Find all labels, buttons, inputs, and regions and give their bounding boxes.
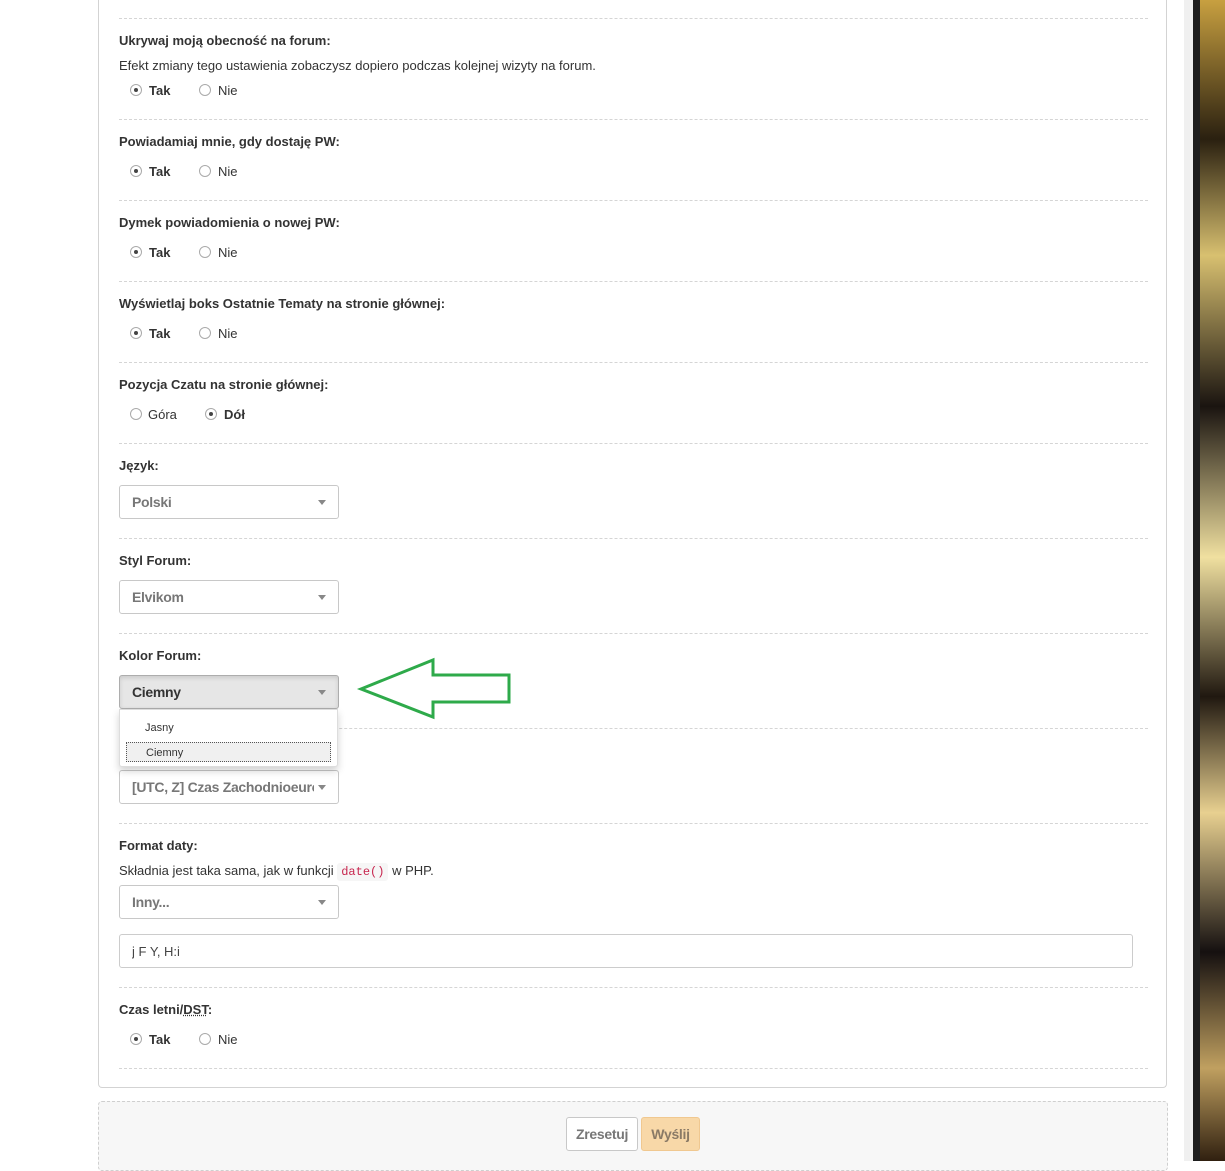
divider xyxy=(119,987,1148,988)
page-background-edge xyxy=(1184,0,1225,1161)
hide-presence-no-radio[interactable] xyxy=(199,84,211,96)
dst-no-label[interactable]: Nie xyxy=(218,1032,238,1047)
date-format-select-value: Inny... xyxy=(132,894,170,910)
background-image xyxy=(1200,0,1225,1161)
divider xyxy=(119,200,1148,201)
pm-bubble-label: Dymek powiadomienia o nowej PW: xyxy=(119,215,340,230)
forum-color-option-light[interactable]: Jasny xyxy=(126,718,331,738)
hide-presence-label: Ukrywaj moją obecność na forum: xyxy=(119,33,331,48)
dst-yes-radio[interactable] xyxy=(130,1033,142,1045)
date-format-description-suffix: w PHP. xyxy=(392,863,434,878)
date-format-description-text: Składnia jest taka sama, jak w funkcji xyxy=(119,863,334,878)
language-select-value: Polski xyxy=(132,494,172,510)
divider xyxy=(119,538,1148,539)
caret-down-icon xyxy=(318,595,326,600)
recent-topics-label: Wyświetlaj boks Ostatnie Tematy na stron… xyxy=(119,296,446,311)
chat-position-label: Pozycja Czatu na stronie głównej: xyxy=(119,377,329,392)
divider xyxy=(119,443,1148,444)
recent-topics-no-label[interactable]: Nie xyxy=(218,326,238,341)
dst-label: Czas letni/DST: xyxy=(119,1002,212,1017)
date-function-code: date() xyxy=(337,863,389,881)
hide-presence-yes-radio[interactable] xyxy=(130,84,142,96)
dst-abbr: DST xyxy=(183,1002,208,1017)
timezone-select-value: [UTC, Z] Czas Zachodnioeuropejski xyxy=(132,779,314,795)
forum-color-dropdown: Jasny Ciemny xyxy=(119,709,338,767)
caret-down-icon xyxy=(318,690,326,695)
forum-style-select-value: Elvikom xyxy=(132,589,184,605)
pm-bubble-no-label[interactable]: Nie xyxy=(218,245,238,260)
notify-pm-yes-label[interactable]: Tak xyxy=(149,164,170,179)
date-format-description: Składnia jest taka sama, jak w funkcji d… xyxy=(119,863,434,881)
divider xyxy=(119,281,1148,282)
divider xyxy=(119,633,1148,634)
forum-style-label: Styl Forum: xyxy=(119,553,192,568)
hide-presence-yes-label[interactable]: Tak xyxy=(149,83,170,98)
forum-color-label: Kolor Forum: xyxy=(119,648,202,663)
caret-down-icon xyxy=(318,500,326,505)
pm-bubble-yes-radio[interactable] xyxy=(130,246,142,258)
settings-panel xyxy=(98,0,1167,1088)
hide-presence-description: Efekt zmiany tego ustawienia zobaczysz d… xyxy=(119,58,596,73)
divider xyxy=(119,119,1148,120)
dst-label-suffix: : xyxy=(207,1002,213,1017)
language-select[interactable]: Polski xyxy=(119,485,339,519)
chat-position-top-radio[interactable] xyxy=(130,408,142,420)
divider xyxy=(119,362,1148,363)
pm-bubble-no-radio[interactable] xyxy=(199,246,211,258)
dst-no-radio[interactable] xyxy=(199,1033,211,1045)
reset-button[interactable]: Zresetuj xyxy=(566,1117,638,1151)
option-label: Ciemny xyxy=(146,747,184,759)
divider xyxy=(119,18,1148,19)
forum-color-select[interactable]: Ciemny xyxy=(119,675,339,709)
scroll-edge xyxy=(1193,0,1200,1161)
submit-button[interactable]: Wyślij xyxy=(641,1117,700,1151)
chat-position-bottom-label[interactable]: Dół xyxy=(224,407,245,422)
notify-pm-yes-radio[interactable] xyxy=(130,165,142,177)
pm-bubble-yes-label[interactable]: Tak xyxy=(149,245,170,260)
caret-down-icon xyxy=(318,900,326,905)
chat-position-bottom-radio[interactable] xyxy=(205,408,217,420)
caret-down-icon xyxy=(318,785,326,790)
forum-color-select-value: Ciemny xyxy=(132,684,181,700)
recent-topics-yes-label[interactable]: Tak xyxy=(149,326,170,341)
recent-topics-yes-radio[interactable] xyxy=(130,327,142,339)
date-format-select[interactable]: Inny... xyxy=(119,885,339,919)
option-label: Jasny xyxy=(145,722,174,734)
hide-presence-no-label[interactable]: Nie xyxy=(218,83,238,98)
dst-yes-label[interactable]: Tak xyxy=(149,1032,170,1047)
notify-pm-no-label[interactable]: Nie xyxy=(218,164,238,179)
timezone-select[interactable]: [UTC, Z] Czas Zachodnioeuropejski xyxy=(119,770,339,804)
notify-pm-no-radio[interactable] xyxy=(199,165,211,177)
divider xyxy=(119,823,1148,824)
dst-label-prefix: Czas letni/ xyxy=(119,1002,184,1017)
forum-color-option-dark[interactable]: Ciemny xyxy=(126,742,331,762)
chat-position-top-label[interactable]: Góra xyxy=(148,407,177,422)
date-format-label: Format daty: xyxy=(119,838,198,853)
custom-date-format-input[interactable] xyxy=(119,934,1133,968)
recent-topics-no-radio[interactable] xyxy=(199,327,211,339)
notify-pm-label: Powiadamiaj mnie, gdy dostaję PW: xyxy=(119,134,340,149)
forum-style-select[interactable]: Elvikom xyxy=(119,580,339,614)
language-label: Język: xyxy=(119,458,159,473)
divider xyxy=(119,1068,1148,1069)
arrow-left-icon xyxy=(356,657,511,720)
